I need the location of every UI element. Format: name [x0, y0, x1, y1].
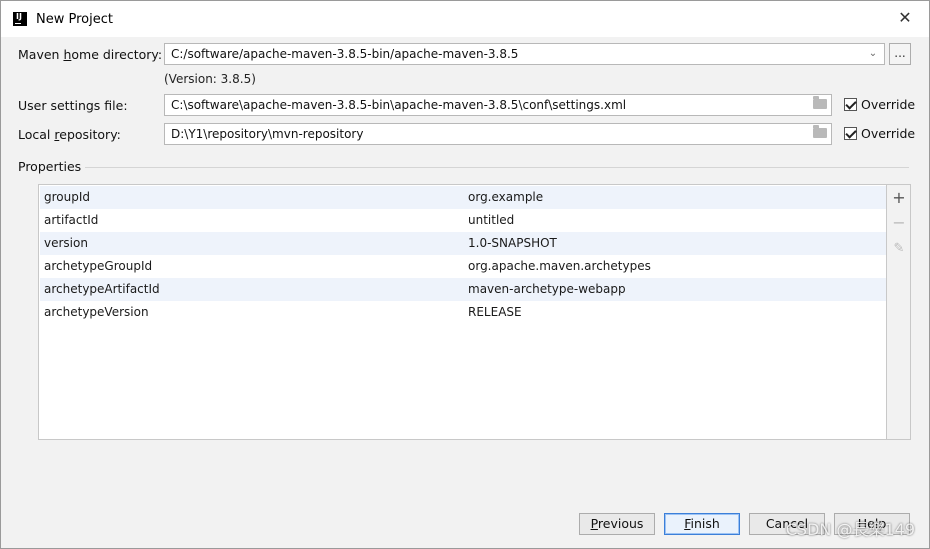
user-settings-field[interactable]: C:\software\apache-maven-3.8.5-bin\apach…	[164, 94, 832, 116]
title-bar: IJ New Project ✕	[1, 1, 929, 37]
local-repository-value: D:\Y1\repository\mvn-repository	[171, 127, 364, 141]
settings-override-label: Override	[861, 97, 916, 112]
table-row[interactable]: artifactId untitled	[40, 209, 886, 232]
property-value: org.example	[468, 190, 544, 204]
repo-override-checkbox[interactable]	[844, 127, 857, 140]
table-row[interactable]: version 1.0-SNAPSHOT	[40, 232, 886, 255]
property-value: org.apache.maven.archetypes	[468, 259, 651, 273]
property-value: 1.0-SNAPSHOT	[468, 236, 557, 250]
property-key: groupId	[44, 190, 91, 204]
maven-home-select[interactable]: C:/software/apache-maven-3.8.5-bin/apach…	[164, 43, 885, 65]
property-value: maven-archetype-webapp	[468, 282, 626, 296]
new-project-dialog: IJ New Project ✕ Maven home directory: C…	[0, 0, 930, 549]
property-value: untitled	[468, 213, 515, 227]
repo-override-label: Override	[861, 126, 916, 141]
table-row[interactable]: archetypeVersion RELEASE	[40, 301, 886, 324]
minus-icon[interactable]: −	[891, 215, 907, 231]
property-key: archetypeArtifactId	[44, 282, 160, 296]
intellij-app-icon: IJ	[13, 12, 27, 26]
local-repository-label: Local repository:	[18, 127, 121, 142]
properties-divider	[85, 167, 909, 168]
plus-icon[interactable]: +	[891, 190, 907, 206]
property-key: artifactId	[44, 213, 99, 227]
settings-override-checkbox[interactable]	[844, 98, 857, 111]
table-row[interactable]: archetypeArtifactId maven-archetype-weba…	[40, 278, 886, 301]
pencil-icon[interactable]: ✎	[891, 241, 907, 257]
property-key: archetypeVersion	[44, 305, 149, 319]
user-settings-label: User settings file:	[18, 98, 128, 113]
close-icon[interactable]: ✕	[897, 10, 913, 26]
property-key: archetypeGroupId	[44, 259, 153, 273]
window-title: New Project	[36, 12, 113, 27]
property-value: RELEASE	[468, 305, 522, 319]
maven-home-label: Maven home directory:	[18, 47, 163, 62]
property-key: version	[44, 236, 88, 250]
maven-home-value: C:/software/apache-maven-3.8.5-bin/apach…	[171, 47, 519, 61]
csdn-watermark: CSDN @長樂149	[785, 520, 915, 539]
folder-icon[interactable]	[813, 96, 827, 109]
properties-toolbar: + − ✎	[887, 184, 911, 440]
chevron-down-icon[interactable]: ⌄	[866, 44, 880, 64]
previous-button[interactable]: Previous	[579, 513, 655, 535]
folder-icon[interactable]	[813, 125, 827, 138]
browse-maven-home-button[interactable]: ...	[889, 43, 911, 65]
properties-title: Properties	[18, 159, 82, 174]
maven-version-note: (Version: 3.8.5)	[164, 72, 256, 86]
properties-table[interactable]: groupId org.example artifactId untitled …	[38, 184, 887, 440]
local-repository-field[interactable]: D:\Y1\repository\mvn-repository	[164, 123, 832, 145]
user-settings-value: C:\software\apache-maven-3.8.5-bin\apach…	[171, 98, 627, 112]
finish-button[interactable]: Finish	[664, 513, 740, 535]
table-row[interactable]: archetypeGroupId org.apache.maven.archet…	[40, 255, 886, 278]
table-row[interactable]: groupId org.example	[40, 186, 886, 209]
